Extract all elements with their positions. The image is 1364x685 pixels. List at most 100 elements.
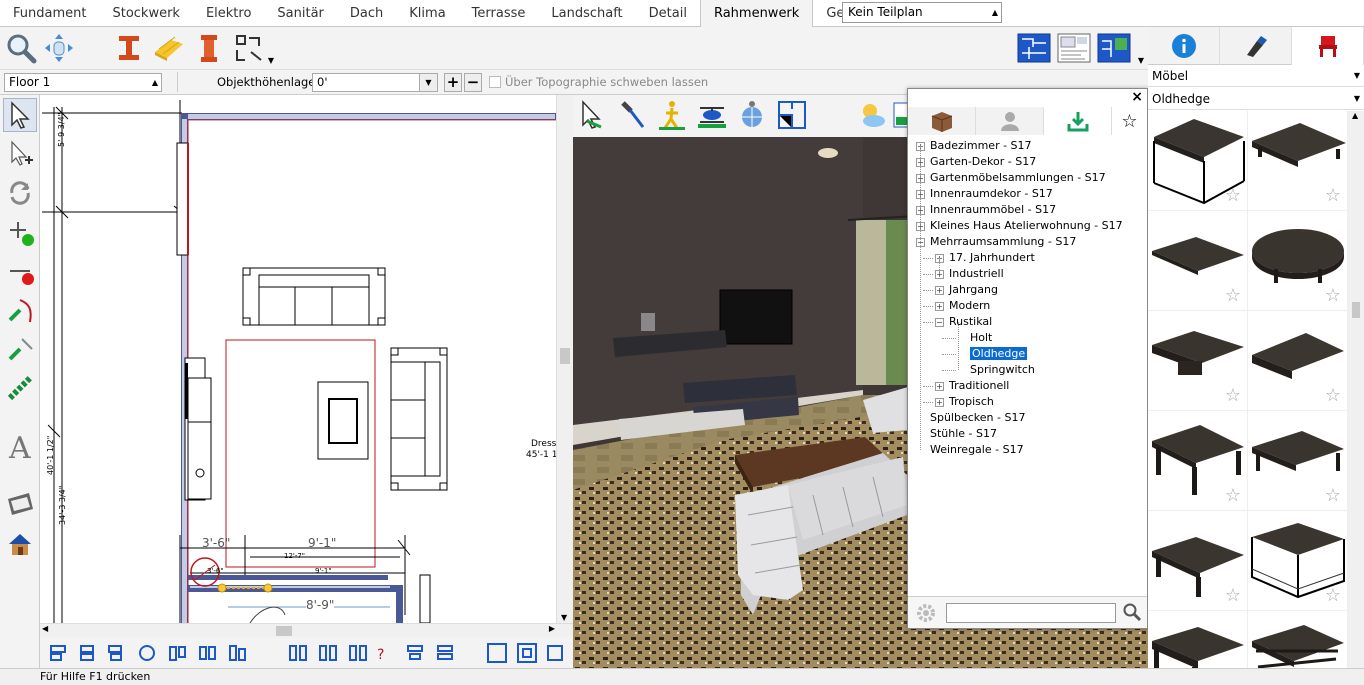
- tab-4[interactable]: Dach: [337, 0, 396, 27]
- favorite-star-icon[interactable]: ☆: [1325, 385, 1341, 406]
- favorite-star-icon[interactable]: ☆: [1325, 485, 1341, 506]
- tab-0[interactable]: Fundament: [0, 0, 99, 27]
- furniture-thumbnail[interactable]: ☆: [1248, 311, 1348, 411]
- minus-button[interactable]: −: [464, 73, 482, 92]
- float-topography-checkbox[interactable]: [489, 76, 501, 88]
- pan-button[interactable]: [42, 31, 76, 65]
- fly-tool[interactable]: [695, 98, 729, 132]
- tab-pen[interactable]: [1220, 27, 1292, 65]
- tab-1[interactable]: Stockwerk: [99, 0, 192, 27]
- furniture-thumbnail[interactable]: ☆: [1248, 511, 1348, 611]
- teilplan-select[interactable]: Kein Teilplan ▲▼: [842, 2, 1002, 36]
- tree-node[interactable]: Tropisch: [949, 394, 994, 410]
- 3d-select-tool[interactable]: [575, 98, 609, 132]
- category-select[interactable]: Möbel ▼: [1148, 65, 1364, 87]
- furniture-thumbnail[interactable]: ☆: [1148, 111, 1248, 211]
- break-line-tool[interactable]: [3, 293, 37, 327]
- add-point-tool[interactable]: [3, 215, 37, 249]
- chain-tool[interactable]: [3, 371, 37, 405]
- framing-tools-button[interactable]: ▼: [232, 31, 274, 65]
- favorite-star-icon[interactable]: ☆: [1225, 185, 1241, 206]
- tab-2[interactable]: Elektro: [193, 0, 264, 27]
- furniture-thumbnail[interactable]: ☆: [1148, 411, 1248, 511]
- expand-icon[interactable]: +: [935, 302, 944, 311]
- tree-node[interactable]: Modern: [949, 298, 990, 314]
- tree-node[interactable]: Gartenmöbelsammlungen - S17: [930, 170, 1106, 186]
- furniture-thumbnail[interactable]: ☆: [1148, 511, 1248, 611]
- scroll-left-icon[interactable]: ◀: [42, 624, 48, 633]
- furniture-thumbnail[interactable]: ☆: [1148, 611, 1248, 668]
- collapse-icon[interactable]: −: [935, 318, 944, 327]
- tree-node[interactable]: Weinregale - S17: [930, 442, 1024, 458]
- tree-node[interactable]: Springwitch: [970, 362, 1035, 378]
- tab-catalog[interactable]: [908, 107, 976, 135]
- furniture-thumbnail[interactable]: ☆: [1248, 211, 1348, 311]
- scroll-thumb[interactable]: [1352, 302, 1360, 318]
- scroll-thumb[interactable]: [276, 626, 292, 636]
- scroll-up-icon[interactable]: ▲: [1352, 111, 1358, 120]
- favorite-star-icon[interactable]: ☆: [1325, 285, 1341, 306]
- join-tool[interactable]: [3, 332, 37, 366]
- tab-9[interactable]: Rahmenwerk: [699, 0, 814, 27]
- tab-furniture[interactable]: [1292, 27, 1364, 65]
- collection-select[interactable]: Oldhedge ▼: [1148, 88, 1364, 110]
- favorites-star-icon[interactable]: ☆: [1112, 107, 1147, 135]
- scroll-thumb[interactable]: [560, 348, 570, 364]
- favorite-star-icon[interactable]: ☆: [1225, 285, 1241, 306]
- select-tool[interactable]: [3, 98, 37, 132]
- tab-info[interactable]: [1148, 27, 1220, 65]
- scroll-down-icon[interactable]: ▼: [561, 613, 567, 622]
- favorite-star-icon[interactable]: ☆: [1325, 185, 1341, 206]
- house-view-tool[interactable]: [3, 527, 37, 561]
- tree-node[interactable]: 17. Jahrhundert: [949, 250, 1035, 266]
- floor-plan-3d-tool[interactable]: [775, 98, 809, 132]
- furniture-thumbnail[interactable]: ☆: [1148, 311, 1248, 411]
- tree-node[interactable]: Innenraumdekor - S17: [930, 186, 1053, 202]
- furniture-thumbnail[interactable]: ☆: [1248, 611, 1348, 668]
- column-button[interactable]: [192, 31, 226, 65]
- favorite-star-icon[interactable]: ☆: [1325, 585, 1341, 606]
- tree-node[interactable]: Traditionell: [949, 378, 1009, 394]
- camera-view-button[interactable]: ▼: [1096, 31, 1144, 65]
- animation-tool[interactable]: [3, 487, 37, 521]
- plan-vertical-scrollbar[interactable]: ▼: [556, 95, 573, 623]
- expand-icon[interactable]: +: [935, 286, 944, 295]
- tab-downloads[interactable]: [1044, 107, 1112, 135]
- orbit-tool[interactable]: [735, 98, 769, 132]
- expand-icon[interactable]: +: [935, 382, 944, 391]
- furniture-thumbnail[interactable]: ☆: [1148, 211, 1248, 311]
- tab-3[interactable]: Sanitär: [264, 0, 336, 27]
- floor-select[interactable]: Floor 1 ▲▼: [4, 73, 162, 104]
- tree-node[interactable]: Holt: [970, 330, 992, 346]
- tree-node[interactable]: Kleines Haus Atelierwohnung - S17: [930, 218, 1123, 234]
- tree-node[interactable]: Mehrraumsammlung - S17: [930, 234, 1076, 250]
- tree-node[interactable]: Garten-Dekor - S17: [930, 154, 1036, 170]
- sun-tool[interactable]: [855, 98, 889, 132]
- plan-horizontal-scrollbar[interactable]: ◀ ▶: [40, 623, 573, 637]
- layout-view-button[interactable]: [1056, 31, 1092, 65]
- text-tool[interactable]: A: [3, 430, 37, 464]
- tree-node[interactable]: Stühle - S17: [930, 426, 997, 442]
- objekt-height-field[interactable]: 0' ▼: [312, 73, 438, 92]
- search-icon[interactable]: [1122, 602, 1142, 625]
- library-search-input[interactable]: [946, 603, 1116, 623]
- tab-6[interactable]: Terrasse: [459, 0, 539, 27]
- plan-view[interactable]: 5'-9 3/4" 40'-1 1/2" 34'-3 3/4" 3'-6" 9'…: [40, 95, 573, 623]
- tree-node[interactable]: Badezimmer - S17: [930, 138, 1032, 154]
- favorite-star-icon[interactable]: ☆: [1225, 485, 1241, 506]
- tree-node[interactable]: Rustikal: [949, 314, 992, 330]
- furniture-thumbnail[interactable]: ☆: [1248, 111, 1348, 211]
- tree-node[interactable]: Spülbecken - S17: [930, 410, 1025, 426]
- select-plus-tool[interactable]: [3, 137, 37, 171]
- plan-view-button[interactable]: [1016, 31, 1052, 65]
- tree-node[interactable]: Innenraummöbel - S17: [930, 202, 1056, 218]
- furniture-thumbnail[interactable]: ☆: [1248, 411, 1348, 511]
- tree-node[interactable]: Oldhedge: [970, 346, 1028, 362]
- rotate-tool[interactable]: [3, 176, 37, 210]
- tab-user-library[interactable]: [976, 107, 1044, 135]
- scroll-right-icon[interactable]: ▶: [549, 624, 555, 633]
- zoom-button[interactable]: [4, 31, 38, 65]
- lumber-button[interactable]: [152, 31, 186, 65]
- gear-icon[interactable]: [916, 603, 936, 626]
- delete-point-tool[interactable]: [3, 254, 37, 288]
